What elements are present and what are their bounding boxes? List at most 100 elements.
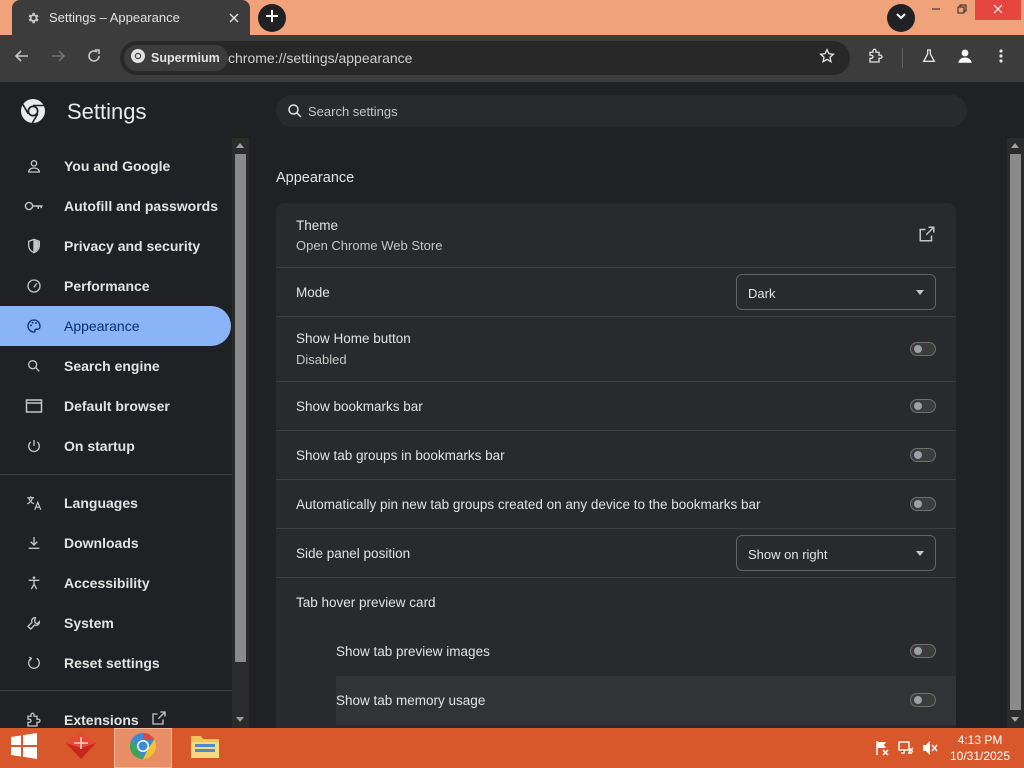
side-panel-select[interactable]: Show on right: [736, 535, 936, 571]
hover-card-label: Tab hover preview card: [296, 595, 436, 610]
scroll-up-arrow-icon[interactable]: [1011, 143, 1019, 148]
plus-icon: [265, 9, 279, 28]
tab-groups-row[interactable]: Show tab groups in bookmarks bar: [276, 430, 956, 479]
theme-sublabel: Open Chrome Web Store: [296, 238, 443, 253]
home-button-toggle[interactable]: [910, 342, 936, 356]
theme-row[interactable]: Theme Open Chrome Web Store: [276, 203, 956, 267]
scrollbar-thumb[interactable]: [1010, 154, 1021, 710]
forward-button[interactable]: [44, 44, 72, 72]
sidebar-item-label: Extensions: [64, 712, 139, 728]
sidebar-item-accessibility[interactable]: Accessibility: [0, 563, 231, 603]
close-icon[interactable]: [224, 8, 244, 28]
supermium-logo-icon: [130, 48, 146, 69]
sidebar-item-downloads[interactable]: Downloads: [0, 523, 231, 563]
tab-search-button[interactable]: [887, 4, 915, 32]
tab-title: Settings – Appearance: [49, 10, 180, 25]
minimize-button[interactable]: [922, 0, 950, 20]
memory-usage-toggle[interactable]: [910, 693, 936, 707]
auto-pin-toggle[interactable]: [910, 497, 936, 511]
volume-muted-icon[interactable]: [922, 740, 938, 756]
new-tab-button[interactable]: [258, 4, 286, 32]
external-link-icon[interactable]: [918, 225, 938, 245]
sidebar-item-reset-settings[interactable]: Reset settings: [0, 643, 231, 683]
sidebar-scrollbar[interactable]: [232, 138, 249, 728]
extensions-button[interactable]: [862, 44, 890, 72]
toggle-knob: [914, 451, 922, 459]
search-settings-box[interactable]: [276, 95, 967, 127]
taskbar-browser-button[interactable]: [114, 728, 172, 768]
browser-toolbar: Supermium chrome://settings/appearance: [0, 35, 1024, 82]
sidebar-item-label: Search engine: [64, 358, 160, 374]
home-button-row[interactable]: Show Home button Disabled: [276, 316, 956, 381]
mode-select[interactable]: Dark: [736, 274, 936, 310]
auto-pin-row[interactable]: Automatically pin new tab groups created…: [276, 479, 956, 528]
flag-icon[interactable]: [874, 740, 890, 756]
reload-icon: [86, 48, 102, 69]
preview-images-label: Show tab preview images: [336, 644, 490, 659]
app-icon: [64, 731, 98, 766]
tab-groups-toggle[interactable]: [910, 448, 936, 462]
menu-button[interactable]: [987, 44, 1015, 72]
bookmarks-bar-row[interactable]: Show bookmarks bar: [276, 381, 956, 430]
sidebar-item-autofill[interactable]: Autofill and passwords: [0, 186, 231, 226]
address-bar[interactable]: Supermium chrome://settings/appearance: [120, 41, 850, 75]
sidebar-item-label: Privacy and security: [64, 238, 201, 254]
scroll-up-arrow-icon[interactable]: [236, 143, 244, 148]
sidebar-item-system[interactable]: System: [0, 603, 231, 643]
bookmarks-bar-label: Show bookmarks bar: [296, 399, 423, 414]
url-text[interactable]: chrome://settings/appearance: [228, 50, 412, 66]
theme-label: Theme: [296, 218, 339, 233]
sidebar-item-performance[interactable]: Performance: [0, 266, 231, 306]
sidebar-item-on-startup[interactable]: On startup: [0, 426, 231, 466]
restore-icon: [957, 1, 967, 19]
labs-button[interactable]: [915, 44, 943, 72]
menu-icon: [993, 48, 1009, 69]
side-panel-label: Side panel position: [296, 546, 411, 561]
sidebar-item-languages[interactable]: Languages: [0, 483, 231, 523]
sidebar-item-label: Accessibility: [64, 575, 150, 591]
bookmark-star-button[interactable]: [814, 45, 840, 71]
memory-usage-row[interactable]: Show tab memory usage: [336, 676, 956, 725]
bookmarks-bar-toggle[interactable]: [910, 399, 936, 413]
taskbar-clock[interactable]: 4:13 PM 10/31/2025: [940, 732, 1020, 764]
network-icon[interactable]: [898, 740, 914, 756]
toggle-knob: [914, 500, 922, 508]
main-scrollbar[interactable]: [1007, 138, 1024, 728]
sidebar-item-privacy[interactable]: Privacy and security: [0, 226, 231, 266]
clock-time: 4:13 PM: [957, 733, 1003, 747]
close-window-button[interactable]: [975, 0, 1021, 20]
restore-button[interactable]: [948, 0, 976, 20]
mode-select-value: Dark: [748, 286, 776, 301]
scrollbar-thumb[interactable]: [235, 154, 246, 662]
sidebar-item-appearance[interactable]: Appearance: [0, 306, 231, 346]
mode-label: Mode: [296, 285, 330, 300]
preview-images-row[interactable]: Show tab preview images: [336, 627, 956, 676]
sidebar-item-extensions[interactable]: Extensions: [0, 700, 231, 728]
start-button[interactable]: [0, 728, 48, 768]
search-input[interactable]: [308, 95, 948, 127]
scroll-down-arrow-icon[interactable]: [236, 717, 244, 722]
clock-date: 10/31/2025: [949, 749, 1011, 763]
taskbar-explorer-button[interactable]: [176, 728, 234, 768]
browser-window-icon: [24, 396, 44, 416]
preview-images-toggle[interactable]: [910, 644, 936, 658]
star-icon: [819, 47, 835, 69]
sidebar-item-default-browser[interactable]: Default browser: [0, 386, 231, 426]
toggle-knob: [914, 696, 922, 704]
taskbar-app-button[interactable]: [52, 728, 110, 768]
wrench-icon: [24, 613, 44, 633]
window-titlebar: Settings – Appearance: [0, 0, 1024, 35]
reload-button[interactable]: [80, 44, 108, 72]
sidebar-item-label: Appearance: [64, 318, 140, 334]
labs-icon: [921, 48, 937, 69]
sidebar-item-search-engine[interactable]: Search engine: [0, 346, 231, 386]
browser-tab[interactable]: Settings – Appearance: [12, 0, 250, 35]
home-button-label: Show Home button: [296, 331, 411, 346]
settings-sidebar: You and Google Autofill and passwords Pr…: [0, 138, 232, 728]
sidebar-item-you-and-google[interactable]: You and Google: [0, 146, 231, 186]
back-button[interactable]: [8, 44, 36, 72]
site-info-chip[interactable]: Supermium: [124, 45, 228, 71]
profile-button[interactable]: [951, 44, 979, 72]
scroll-down-arrow-icon[interactable]: [1011, 717, 1019, 722]
person-icon: [24, 156, 44, 176]
